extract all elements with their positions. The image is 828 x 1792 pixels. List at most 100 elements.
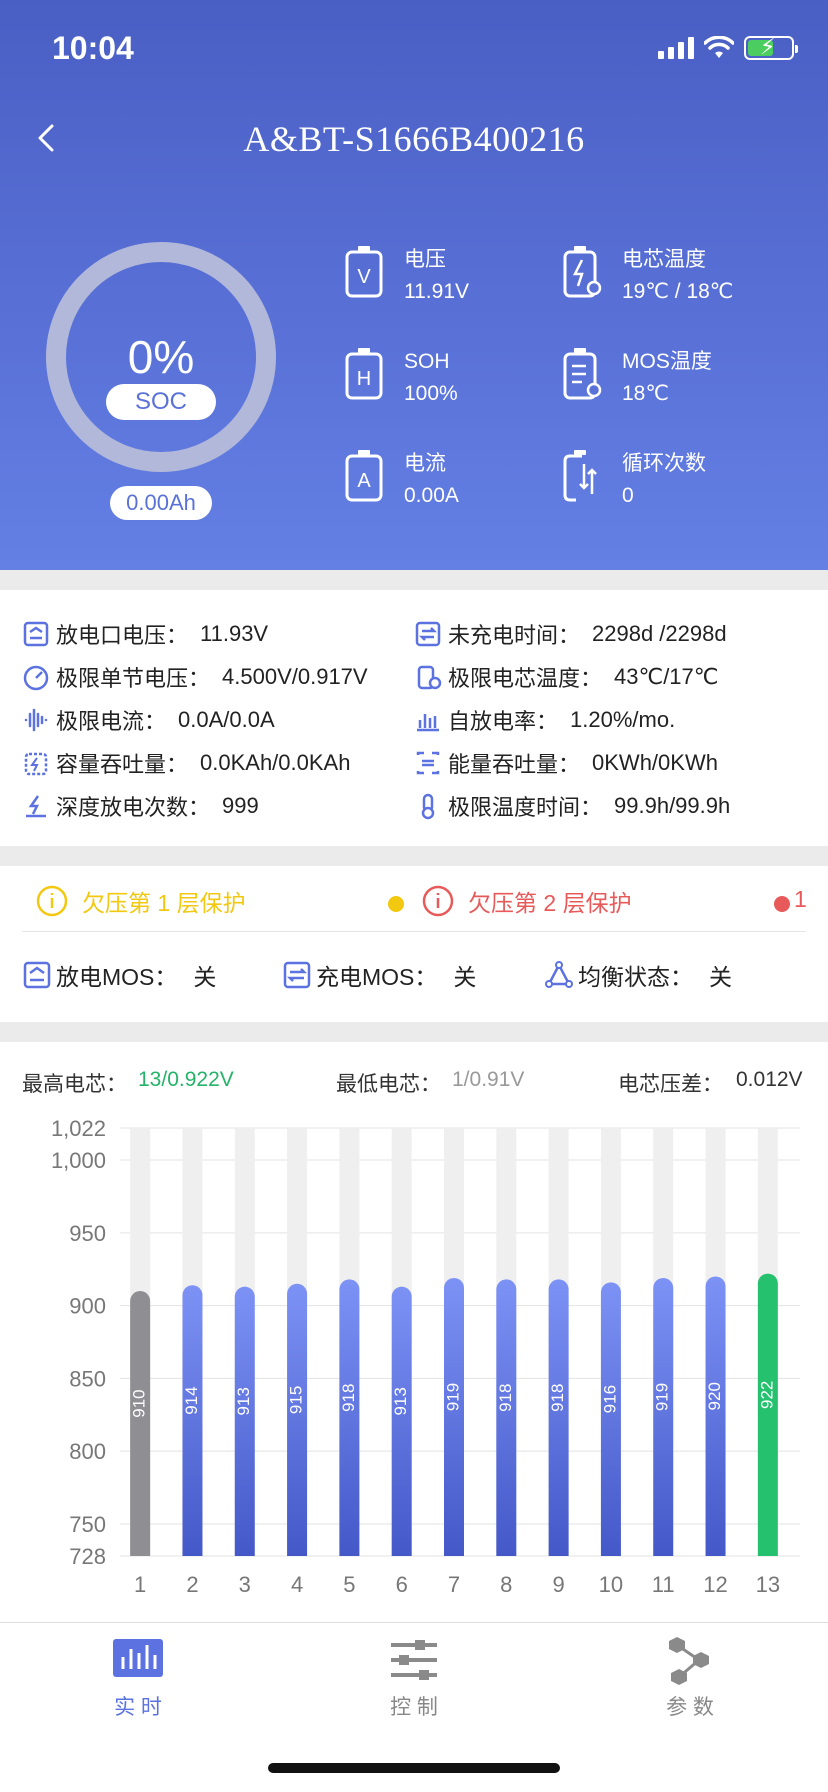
x-tick-label: 4: [291, 1572, 303, 1597]
min-cell-value: 1/0.91V: [452, 1068, 525, 1091]
tab-bar: 实 时 控 制 参 数: [0, 1622, 828, 1792]
soc-label: SOC: [106, 384, 216, 420]
balance-icon: [545, 961, 573, 988]
y-tick-label: 1,000: [51, 1148, 106, 1173]
cell-bar: [287, 1283, 308, 1556]
x-tick-label: 11: [652, 1572, 675, 1597]
x-tick-label: 5: [343, 1572, 355, 1597]
mos-temp-icon: [563, 348, 602, 400]
deep-discharge-icon: [26, 795, 46, 818]
svg-text:H: H: [357, 368, 371, 390]
cell-bar: [548, 1279, 569, 1556]
x-tick-label: 6: [396, 1572, 408, 1597]
svg-text:A: A: [357, 470, 371, 492]
bar-value-label: 916: [600, 1385, 619, 1413]
info-deep-discharge-count: 深度放电次数： 999: [22, 790, 259, 822]
y-tick-label: 950: [69, 1221, 106, 1246]
charge-mos-icon: [283, 961, 311, 989]
cell-bar: [130, 1291, 151, 1556]
tab-parameters[interactable]: 参 数: [620, 1635, 760, 1721]
bar-value-label: 913: [391, 1387, 410, 1415]
protection-level-1: 欠压第 1 层保护: [36, 884, 246, 918]
cell-temp-icon: [563, 246, 602, 298]
bar-value-label: 918: [496, 1384, 515, 1412]
cell-bar: [705, 1276, 726, 1556]
x-tick-label: 9: [552, 1572, 564, 1597]
uncharged-time-icon: [415, 621, 441, 647]
info-limit-cell-temp: 极限电芯温度： 43℃/17℃: [414, 661, 718, 693]
info-panel: 放电口电压： 11.93V 极限单节电压： 4.500V/0.917V 极限电流： 0…: [0, 590, 828, 846]
info-energy-throughput: 能量吞吐量： 0KWh/0KWh: [414, 747, 718, 779]
x-tick-label: 10: [599, 1572, 623, 1597]
bar-value-label: 913: [234, 1387, 253, 1415]
page-title: A&BT-S1666B400216: [243, 119, 585, 159]
svg-text:V: V: [357, 266, 371, 288]
info-capacity-throughput: 容量吞吐量： 0.0KAh/0.0KAh: [22, 747, 350, 779]
discharge-mos-icon: [23, 961, 51, 989]
y-tick-label: 728: [69, 1544, 106, 1569]
charge-mos-status: 充电MOS：关: [282, 958, 476, 992]
info-circle-icon: [36, 885, 68, 917]
metric-voltage: V 电压 11.91V: [344, 244, 469, 308]
max-cell-value: 13/0.922V: [138, 1068, 234, 1091]
header-panel: 10:04 ⚡ A&BT-S1666B400216 0% SOC 0.00Ah: [0, 0, 828, 570]
bar-value-label: 918: [339, 1384, 358, 1412]
battery-temp-icon: [417, 665, 442, 690]
info-limit-temp-time: 极限温度时间： 99.9h/99.9h: [414, 790, 730, 822]
protection-level-2-dot: [774, 896, 790, 912]
info-circle-icon: [422, 885, 454, 917]
info-limit-cell-voltage: 极限单节电压： 4.500V/0.917V: [22, 661, 368, 693]
cell-bar: [444, 1277, 464, 1556]
capacity-ah: 0.00Ah: [110, 486, 212, 520]
cell-bar: [234, 1286, 255, 1556]
sliders-icon: [391, 1640, 437, 1680]
thermometer-icon: [421, 793, 435, 820]
y-tick-label: 850: [69, 1366, 106, 1391]
metric-cell-temp: 电芯温度 19℃ / 18℃: [562, 244, 733, 308]
x-tick-label: 12: [703, 1572, 727, 1597]
bar-value-label: 920: [705, 1382, 724, 1410]
nav-bar: A&BT-S1666B400216: [0, 100, 828, 180]
y-tick-label: 750: [69, 1512, 106, 1537]
metric-current: A 电流 0.00A: [344, 448, 459, 512]
cell-bar: [653, 1277, 674, 1556]
cell-voltage-panel: 最高电芯： 13/0.922V 最低电芯： 1/0.91V 电芯压差： 0.01…: [0, 1042, 828, 1622]
bar-value-label: 919: [443, 1383, 462, 1411]
tab-control[interactable]: 控 制: [344, 1635, 484, 1721]
bar-value-label: 914: [182, 1386, 201, 1414]
cell-bar: [339, 1279, 360, 1556]
status-bar: 10:04 ⚡: [0, 0, 828, 100]
gauge-icon: [23, 665, 49, 691]
realtime-chart-icon: [113, 1639, 163, 1677]
energy-icon: [416, 751, 440, 775]
y-tick-label: 800: [69, 1439, 106, 1464]
y-tick-label: 900: [69, 1294, 106, 1319]
cell-diff-value: 0.012V: [736, 1068, 803, 1091]
cell-bar: [757, 1273, 778, 1556]
bar-value-label: 922: [757, 1381, 776, 1409]
wifi-icon: [704, 36, 734, 58]
tab-realtime[interactable]: 实 时: [68, 1635, 208, 1721]
x-tick-label: 3: [239, 1572, 251, 1597]
x-tick-label: 7: [448, 1572, 460, 1597]
x-tick-label: 13: [756, 1572, 780, 1597]
protection-level-1-dot: [388, 896, 404, 912]
min-cell-label: 最低电芯：: [336, 1073, 441, 1096]
info-limit-current: 极限电流： 0.0A/0.0A: [22, 704, 275, 736]
home-indicator[interactable]: [268, 1763, 560, 1773]
status-time: 10:04: [52, 30, 134, 66]
discharge-port-icon: [23, 621, 49, 647]
protection-level-2: 欠压第 2 层保护: [422, 884, 632, 918]
soh-icon: H: [345, 348, 383, 400]
protection-panel: 欠压第 1 层保护 欠压第 2 层保护 1 放电MOS：关 充电MOS：关 均衡…: [0, 866, 828, 1022]
max-cell-label: 最高电芯：: [22, 1073, 127, 1096]
metric-soh: H SOH 100%: [344, 346, 458, 410]
bar-value-label: 919: [653, 1383, 672, 1411]
bar-value-label: 918: [548, 1384, 567, 1412]
metric-cycle-count: 循环次数 0: [562, 448, 706, 512]
x-tick-label: 1: [134, 1572, 146, 1597]
x-tick-label: 8: [500, 1572, 512, 1597]
cell-voltage-chart: 7287508008509009501,0001,022910191429133…: [51, 1116, 800, 1597]
bar-value-label: 910: [130, 1389, 149, 1417]
info-self-discharge-rate: 自放电率： 1.20%/mo.: [414, 704, 675, 736]
